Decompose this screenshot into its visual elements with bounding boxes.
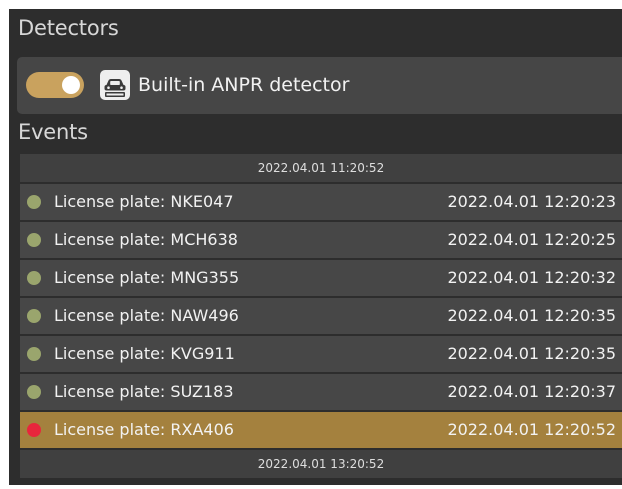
status-dot-icon — [27, 233, 41, 247]
event-time: 2022.04.01 12:20:37 — [447, 382, 616, 401]
status-dot-icon — [27, 271, 41, 285]
event-row[interactable]: License plate: MCH638 2022.04.01 12:20:2… — [20, 222, 622, 258]
event-time: 2022.04.01 12:20:25 — [447, 230, 616, 249]
detector-label: Built-in ANPR detector — [138, 74, 350, 96]
event-row[interactable]: License plate: SUZ183 2022.04.01 12:20:3… — [20, 374, 622, 410]
alert-dot-icon — [27, 423, 41, 437]
detectors-panel: Detectors Built-in ANPR detector Events … — [9, 9, 622, 485]
event-time: 2022.04.01 12:20:23 — [447, 192, 616, 211]
status-dot-icon — [27, 385, 41, 399]
event-plate-label: License plate: MCH638 — [54, 230, 238, 249]
anpr-camera-icon — [100, 70, 130, 100]
event-row[interactable]: License plate: MNG355 2022.04.01 12:20:3… — [20, 260, 622, 296]
event-plate-label: License plate: MNG355 — [54, 268, 240, 287]
detector-enable-toggle[interactable] — [26, 72, 84, 98]
events-start-time: 2022.04.01 11:20:52 — [20, 154, 622, 182]
event-row-selected[interactable]: License plate: RXA406 2022.04.01 12:20:5… — [20, 412, 622, 448]
events-title: Events — [18, 120, 88, 144]
event-row[interactable]: License plate: KVG911 2022.04.01 12:20:3… — [20, 336, 622, 372]
event-time: 2022.04.01 12:20:32 — [447, 268, 616, 287]
status-dot-icon — [27, 347, 41, 361]
event-plate-label: License plate: KVG911 — [54, 344, 235, 363]
status-dot-icon — [27, 309, 41, 323]
event-time: 2022.04.01 12:20:52 — [447, 420, 616, 439]
toggle-knob — [62, 76, 80, 94]
events-end-time: 2022.04.01 13:20:52 — [20, 450, 622, 478]
detector-row-anpr[interactable]: Built-in ANPR detector — [17, 57, 622, 114]
event-plate-label: License plate: NKE047 — [54, 192, 234, 211]
event-plate-label: License plate: RXA406 — [54, 420, 234, 439]
event-time: 2022.04.01 12:20:35 — [447, 306, 616, 325]
detectors-title: Detectors — [18, 16, 119, 40]
event-row[interactable]: License plate: NAW496 2022.04.01 12:20:3… — [20, 298, 622, 334]
event-plate-label: License plate: SUZ183 — [54, 382, 234, 401]
event-row[interactable]: License plate: NKE047 2022.04.01 12:20:2… — [20, 184, 622, 220]
status-dot-icon — [27, 195, 41, 209]
event-plate-label: License plate: NAW496 — [54, 306, 239, 325]
event-time: 2022.04.01 12:20:35 — [447, 344, 616, 363]
anpr-camera-icon-graphic — [104, 79, 126, 97]
